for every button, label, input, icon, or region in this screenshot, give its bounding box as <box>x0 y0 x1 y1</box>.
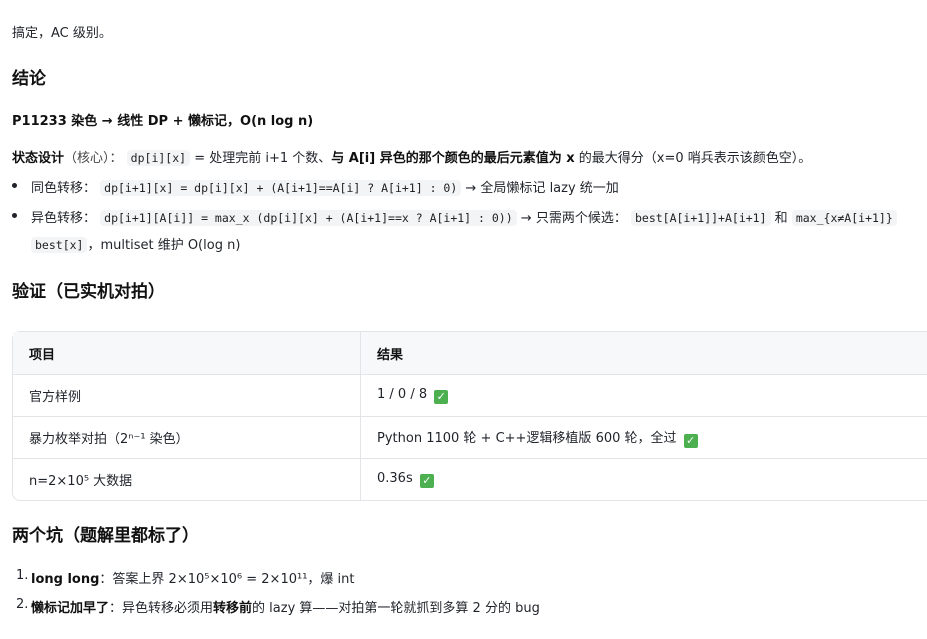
code-best2: best[x] <box>31 237 88 253</box>
verify-table: 项目 结果 官方样例 1 / 0 / 8 ✓ 暴力枚举对拍（2ⁿ⁻¹ 染色） P… <box>12 331 927 501</box>
check-icon: ✓ <box>434 390 449 404</box>
table-row: 官方样例 1 / 0 / 8 ✓ <box>13 375 927 417</box>
cell-item: 官方样例 <box>13 375 361 417</box>
ol-number: 1. <box>16 568 29 583</box>
heading-conclusion: 结论 <box>12 69 46 89</box>
cell-item: 暴力枚举对拍（2ⁿ⁻¹ 染色） <box>13 417 361 459</box>
heading-verify: 验证（已实机对拍） <box>12 282 165 302</box>
table-row: 暴力枚举对拍（2ⁿ⁻¹ 染色） Python 1100 轮 + C++逻辑移植版… <box>13 417 927 459</box>
check-icon: ✓ <box>419 474 434 488</box>
intro-text: 搞定，AC 级别。 <box>12 26 112 41</box>
code-diff-color: dp[i+1][A[i]] = max_x (dp[i][x] + (A[i+1… <box>100 210 517 226</box>
cell-result: 1 / 0 / 8 ✓ <box>361 375 927 417</box>
code-same-color: dp[i+1][x] = dp[i][x] + (A[i+1]==A[i] ? … <box>100 180 462 196</box>
check-icon: ✓ <box>683 434 698 448</box>
state-design-line: 状态设计（核心）： dp[i][x] = 处理完前 i+1 个数、与 A[i] … <box>12 150 812 166</box>
col-header-item: 项目 <box>13 332 361 375</box>
ol-number: 2. <box>16 597 29 612</box>
table-header-row: 项目 结果 <box>13 332 927 375</box>
heading-pits: 两个坑（题解里都标了） <box>12 526 199 546</box>
cell-result: 0.36s ✓ <box>361 459 927 500</box>
pit-item-2: 懒标记加早了：异色转移必须用转移前的 lazy 算——对拍第一轮就抓到多算 2 … <box>31 601 540 616</box>
bullet-diff-color: 异色转移： dp[i+1][A[i]] = max_x (dp[i][x] + … <box>31 207 897 226</box>
cell-result: Python 1100 轮 + C++逻辑移植版 600 轮，全过 ✓ <box>361 417 927 459</box>
bullet-dot <box>12 183 17 188</box>
bullet-diff-color-cont: best[x] ，multiset 维护 O(log n) <box>31 234 240 253</box>
code-dp: dp[i][x] <box>126 150 191 166</box>
code-best1: best[A[i+1]]+A[i+1] <box>630 210 771 226</box>
cell-item: n=2×10⁵ 大数据 <box>13 459 361 500</box>
problem-line: P11233 染色 → 线性 DP + 懒标记，O(n log n) <box>12 114 314 129</box>
bullet-same-color: 同色转移： dp[i+1][x] = dp[i][x] + (A[i+1]==A… <box>31 180 619 196</box>
col-header-result: 结果 <box>361 332 927 375</box>
bullet-dot <box>12 213 17 218</box>
code-max: max_{x≠A[i+1]} <box>791 210 897 226</box>
table-row: n=2×10⁵ 大数据 0.36s ✓ <box>13 459 927 500</box>
pit-item-1: long long：答案上界 2×10⁵×10⁶ = 2×10¹¹，爆 int <box>31 572 355 587</box>
